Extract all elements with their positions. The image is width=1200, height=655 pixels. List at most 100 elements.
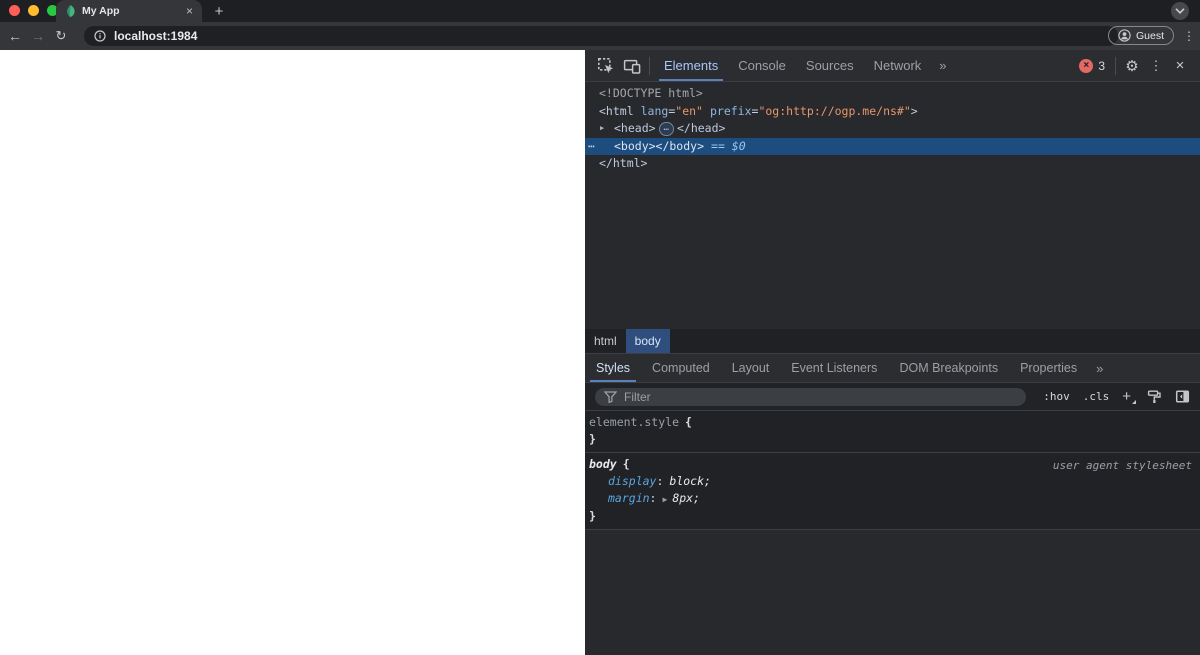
error-icon: × xyxy=(1079,58,1094,73)
breadcrumb: html body xyxy=(585,329,1200,353)
tab-strip: My App × + xyxy=(0,0,1200,22)
property-name[interactable]: display xyxy=(608,474,656,488)
property-value[interactable]: 8px; xyxy=(672,491,700,505)
styles-filter-bar: :hov .cls + xyxy=(585,382,1200,411)
back-button[interactable]: ← xyxy=(4,22,26,50)
rendering-emulation-brush-icon[interactable] xyxy=(1147,389,1162,404)
close-window-button[interactable] xyxy=(9,5,20,16)
dollar-zero-hint: == $0 xyxy=(711,138,746,153)
browser-menu-kebab-icon[interactable]: ⋮ xyxy=(1183,22,1195,50)
lang-attr-name: lang xyxy=(640,103,669,118)
colon: : xyxy=(649,491,657,505)
tab-computed[interactable]: Computed xyxy=(641,354,721,382)
html-close-tag: </html> xyxy=(599,156,648,170)
error-count: 3 xyxy=(1098,58,1105,73)
expand-arrow-icon[interactable]: ▶ xyxy=(600,120,604,138)
browser-tab[interactable]: My App × xyxy=(56,0,202,22)
url-text[interactable]: localhost:1984 xyxy=(114,29,197,43)
body-selector[interactable]: body xyxy=(589,457,617,471)
computed-sidebar-toggle-icon[interactable] xyxy=(1175,389,1190,404)
window-controls xyxy=(9,5,58,16)
shorthand-expand-icon[interactable]: ▶ xyxy=(662,495,667,504)
devtools-panel: Elements Console Sources Network » × 3 ⚙ … xyxy=(585,50,1200,655)
close-devtools-icon[interactable]: × xyxy=(1168,53,1192,79)
open-brace: { xyxy=(622,457,630,471)
dom-row-head[interactable]: ▶ <head>… </head> xyxy=(585,120,1200,138)
tab-title: My App xyxy=(82,5,120,17)
element-style-rule[interactable]: element.style { } xyxy=(585,411,1200,453)
address-bar[interactable]: localhost:1984 xyxy=(84,26,1118,46)
styles-pane: element.style { } user agent stylesheet b… xyxy=(585,411,1200,655)
devtools-menu-kebab-icon[interactable]: ⋮ xyxy=(1144,53,1168,79)
tab-styles[interactable]: Styles xyxy=(585,354,641,382)
hover-state-toggle[interactable]: :hov xyxy=(1043,390,1070,403)
tab-dom-breakpoints[interactable]: DOM Breakpoints xyxy=(888,354,1009,382)
row-options-dots-icon[interactable]: ⋯ xyxy=(588,138,596,156)
declaration-display[interactable]: display: block; xyxy=(589,473,1194,490)
site-info-icon[interactable] xyxy=(94,30,106,42)
body-close-line: } xyxy=(589,508,1194,525)
tab-sources[interactable]: Sources xyxy=(796,50,864,81)
dom-row-body-selected[interactable]: ⋯ <body></body> == $0 xyxy=(585,137,1200,156)
tab-close-icon[interactable]: × xyxy=(186,5,193,17)
property-value[interactable]: block; xyxy=(669,474,711,488)
reload-button[interactable]: ↻ xyxy=(50,22,72,50)
property-name[interactable]: margin xyxy=(608,491,650,505)
prefix-attr-value: "og:http://ogp.me/ns#" xyxy=(758,103,911,118)
head-close-tag: </head> xyxy=(676,121,726,135)
stylesheet-origin-label: user agent stylesheet xyxy=(1052,459,1192,472)
element-style-close-line: } xyxy=(589,431,1194,448)
settings-gear-icon[interactable]: ⚙ xyxy=(1120,53,1144,79)
guest-avatar-icon xyxy=(1118,29,1131,42)
tab-layout[interactable]: Layout xyxy=(721,354,781,382)
breadcrumb-html[interactable]: html xyxy=(585,329,626,353)
declaration-margin[interactable]: margin: ▶ 8px; xyxy=(589,490,1194,508)
html-open-bracket: > xyxy=(910,103,918,118)
tab-network[interactable]: Network xyxy=(864,50,932,81)
styles-empty-area xyxy=(585,530,1200,655)
dom-row-html-open[interactable]: <html lang="en" prefix="og:http://ogp.me/n… xyxy=(585,103,1200,121)
toolbar-divider xyxy=(649,56,650,75)
error-badge[interactable]: × 3 xyxy=(1079,58,1105,73)
device-toolbar-icon[interactable] xyxy=(619,53,645,79)
tab-console[interactable]: Console xyxy=(728,50,796,81)
prefix-attr-name: prefix xyxy=(709,103,752,118)
tab-favicon-leaf-icon xyxy=(65,5,76,17)
tab-elements[interactable]: Elements xyxy=(654,50,728,81)
close-brace: } xyxy=(589,509,596,523)
more-sidebar-tabs-icon[interactable]: » xyxy=(1088,361,1112,376)
tab-event-listeners[interactable]: Event Listeners xyxy=(780,354,888,382)
element-style-selector[interactable]: element.style xyxy=(589,415,679,429)
breadcrumb-body[interactable]: body xyxy=(625,329,670,353)
styles-filter-field[interactable] xyxy=(595,387,1027,406)
html-open-tag: <html xyxy=(599,103,634,118)
collapsed-ellipsis-button[interactable]: … xyxy=(658,122,674,136)
body-tags: <body></body> xyxy=(614,138,705,153)
new-tab-button[interactable]: + xyxy=(210,2,228,20)
tab-search-button[interactable] xyxy=(1171,2,1189,20)
filter-input[interactable] xyxy=(624,389,1018,404)
devtools-toolbar: Elements Console Sources Network » × 3 ⚙ … xyxy=(585,50,1200,82)
body-rule[interactable]: user agent stylesheet body { display: bloc… xyxy=(585,453,1200,530)
browser-toolbar: ← → ↻ localhost:1984 Guest ⋮ xyxy=(0,22,1200,50)
guest-label: Guest xyxy=(1135,29,1164,42)
open-brace: { xyxy=(685,415,692,429)
inspect-element-icon[interactable] xyxy=(593,53,619,79)
guest-profile-button[interactable]: Guest xyxy=(1107,26,1174,45)
new-style-rule-button[interactable]: + xyxy=(1122,388,1136,405)
tab-properties[interactable]: Properties xyxy=(1009,354,1088,382)
forward-button[interactable]: → xyxy=(27,22,49,50)
close-brace: } xyxy=(589,432,596,446)
chevron-down-icon xyxy=(1175,8,1185,14)
more-tabs-icon[interactable]: » xyxy=(931,58,955,73)
head-open-tag: <head> xyxy=(614,121,656,135)
class-toggle[interactable]: .cls xyxy=(1083,390,1110,403)
dom-row-doctype[interactable]: <!DOCTYPE html> xyxy=(585,85,1200,103)
doctype-text: <!DOCTYPE html> xyxy=(599,86,703,100)
minimize-window-button[interactable] xyxy=(28,5,39,16)
dom-row-html-close[interactable]: </html> xyxy=(585,155,1200,173)
dom-tree: <!DOCTYPE html> <html lang="en" prefix="og… xyxy=(585,82,1200,329)
page-content[interactable] xyxy=(0,50,585,655)
sidebar-tabs: Styles Computed Layout Event Listeners D… xyxy=(585,353,1200,382)
toolbar-divider xyxy=(1115,56,1116,75)
